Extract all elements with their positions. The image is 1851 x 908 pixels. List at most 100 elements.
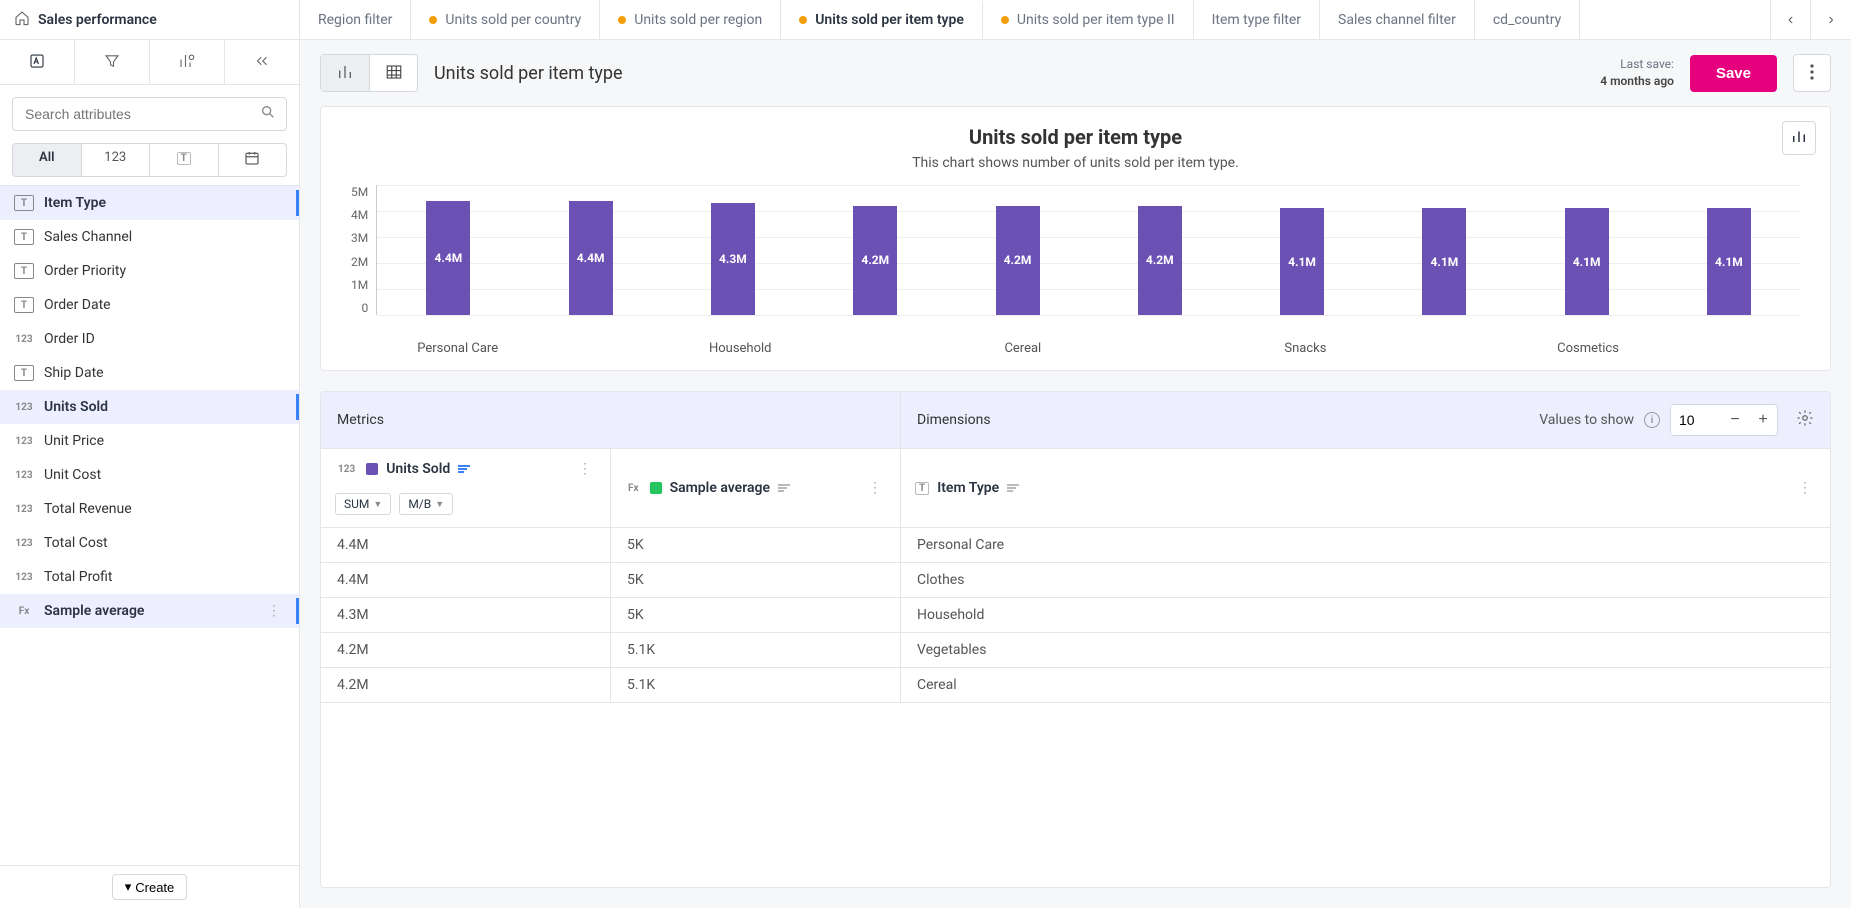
tab-prev-button[interactable]: ‹ (1771, 0, 1811, 39)
y-axis: 5M4M3M2M1M0 (351, 185, 376, 315)
kebab-icon[interactable]: ⋮ (263, 603, 285, 619)
dimension-item-type-header[interactable]: T Item Type ⋮ (901, 449, 1830, 527)
filter-text[interactable]: T (150, 143, 219, 177)
bar[interactable]: 4.2M (853, 206, 897, 315)
values-to-show-input[interactable] (1671, 406, 1721, 434)
attribute-list: TItem TypeTSales ChannelTOrder PriorityT… (0, 186, 299, 865)
bar[interactable]: 4.1M (1280, 208, 1324, 315)
attribute-item[interactable]: 123Unit Price (0, 424, 299, 458)
attribute-item[interactable]: 123Total Revenue (0, 492, 299, 526)
filter-date[interactable] (219, 143, 288, 177)
view-chart-button[interactable] (321, 55, 369, 91)
tab-3[interactable]: Units sold per item type (781, 1, 983, 39)
x-tick: Household (670, 341, 811, 356)
kebab-icon (1810, 64, 1814, 83)
breadcrumb[interactable]: Sales performance (0, 0, 300, 39)
tab-next-button[interactable]: › (1811, 0, 1851, 39)
attribute-item[interactable]: FxSample average⋮ (0, 594, 299, 628)
metric-sample-avg-header[interactable]: Fx Sample average ⋮ (611, 449, 901, 527)
search-input[interactable] (23, 105, 252, 123)
info-icon[interactable]: i (1644, 412, 1660, 428)
stepper-minus[interactable]: − (1721, 405, 1749, 435)
type-badge-icon: 123 (14, 569, 34, 585)
bar[interactable]: 4.2M (996, 206, 1040, 315)
unsaved-dot-icon (618, 16, 626, 24)
bar[interactable]: 4.1M (1565, 208, 1609, 315)
sidebar-tab-filter[interactable] (75, 40, 150, 84)
bar-value-label: 4.4M (577, 251, 605, 265)
stepper-plus[interactable]: + (1749, 405, 1777, 435)
metric-units-sold-header[interactable]: 123 Units Sold ⋮ SUM▼ M/B▼ (321, 449, 611, 527)
bar-value-label: 4.2M (1146, 253, 1174, 267)
sort-icon[interactable] (1007, 484, 1019, 492)
sidebar-tab-attributes[interactable] (0, 40, 75, 84)
format-select[interactable]: M/B▼ (399, 493, 453, 515)
kebab-icon[interactable]: ⋮ (1794, 480, 1816, 496)
bar-slot: 4.4M (520, 185, 662, 315)
save-button[interactable]: Save (1690, 55, 1777, 92)
tab-7[interactable]: cd_country (1475, 0, 1580, 39)
tab-label: Units sold per region (634, 12, 762, 28)
sort-desc-icon[interactable] (458, 465, 470, 473)
cell-dim: Cereal (901, 668, 1830, 702)
bar[interactable]: 4.3M (711, 203, 755, 315)
x-tick: Cosmetics (1517, 341, 1658, 356)
bar[interactable]: 4.4M (569, 201, 613, 315)
metric-sample-label: Sample average (670, 480, 770, 496)
tab-6[interactable]: Sales channel filter (1320, 0, 1475, 39)
tab-2[interactable]: Units sold per region (600, 0, 781, 39)
attribute-item[interactable]: TOrder Priority (0, 254, 299, 288)
filter-numeric[interactable]: 123 (82, 143, 151, 177)
aggregation-select[interactable]: SUM▼ (335, 493, 391, 515)
bar[interactable]: 4.1M (1707, 208, 1751, 315)
tab-4[interactable]: Units sold per item type II (983, 0, 1194, 39)
sidebar-tab-chart-settings[interactable] (150, 40, 225, 84)
tab-label: Item type filter (1212, 12, 1301, 28)
attribute-item[interactable]: 123Order ID (0, 322, 299, 356)
bar[interactable]: 4.2M (1138, 206, 1182, 315)
bar-slot: 4.3M (662, 185, 804, 315)
attribute-item[interactable]: TItem Type (0, 186, 299, 220)
chart-type-button[interactable] (1782, 121, 1816, 155)
kebab-icon[interactable]: ⋮ (574, 461, 596, 477)
sort-icon[interactable] (778, 484, 790, 492)
gear-icon[interactable] (1796, 409, 1814, 431)
tab-1[interactable]: Units sold per country (411, 0, 600, 39)
chevron-double-left-icon (253, 52, 271, 73)
bar-value-label: 4.3M (719, 252, 747, 266)
filter-all[interactable]: All (12, 143, 82, 177)
attribute-label: Sample average (44, 603, 253, 619)
attribute-item[interactable]: 123Unit Cost (0, 458, 299, 492)
x-tick (528, 341, 669, 356)
bar[interactable]: 4.1M (1422, 208, 1466, 315)
filter-icon (103, 52, 121, 73)
kebab-icon[interactable]: ⋮ (864, 480, 886, 496)
x-tick: Snacks (1235, 341, 1376, 356)
bar-chart-icon (1790, 127, 1808, 149)
create-button[interactable]: ▾ Create (112, 874, 188, 900)
attribute-item[interactable]: TOrder Date (0, 288, 299, 322)
attribute-item[interactable]: 123Units Sold (0, 390, 299, 424)
sidebar-collapse-button[interactable] (225, 40, 299, 84)
x-tick (1659, 341, 1800, 356)
last-save-value: 4 months ago (1600, 73, 1674, 90)
attribute-type-filter: All 123 T (0, 143, 299, 186)
view-table-button[interactable] (369, 55, 417, 91)
bar-value-label: 4.2M (1004, 253, 1032, 267)
attribute-item[interactable]: TShip Date (0, 356, 299, 390)
tab-strip: Region filterUnits sold per country Units… (300, 0, 1770, 39)
y-tick: 1M (351, 278, 368, 292)
more-menu-button[interactable] (1793, 54, 1831, 92)
tab-5[interactable]: Item type filter (1194, 0, 1320, 39)
bar[interactable]: 4.4M (426, 201, 470, 315)
attribute-item[interactable]: TSales Channel (0, 220, 299, 254)
cell-dim: Clothes (901, 563, 1830, 597)
attribute-item[interactable]: 123Total Profit (0, 560, 299, 594)
tab-0[interactable]: Region filter (300, 0, 411, 39)
unsaved-dot-icon (1001, 16, 1009, 24)
metric-units-label: Units Sold (386, 461, 450, 477)
table-row: 4.2M5.1KVegetables (321, 633, 1830, 668)
attribute-item[interactable]: 123Total Cost (0, 526, 299, 560)
attribute-label: Order Priority (44, 263, 285, 279)
table-row: 4.4M5KClothes (321, 563, 1830, 598)
